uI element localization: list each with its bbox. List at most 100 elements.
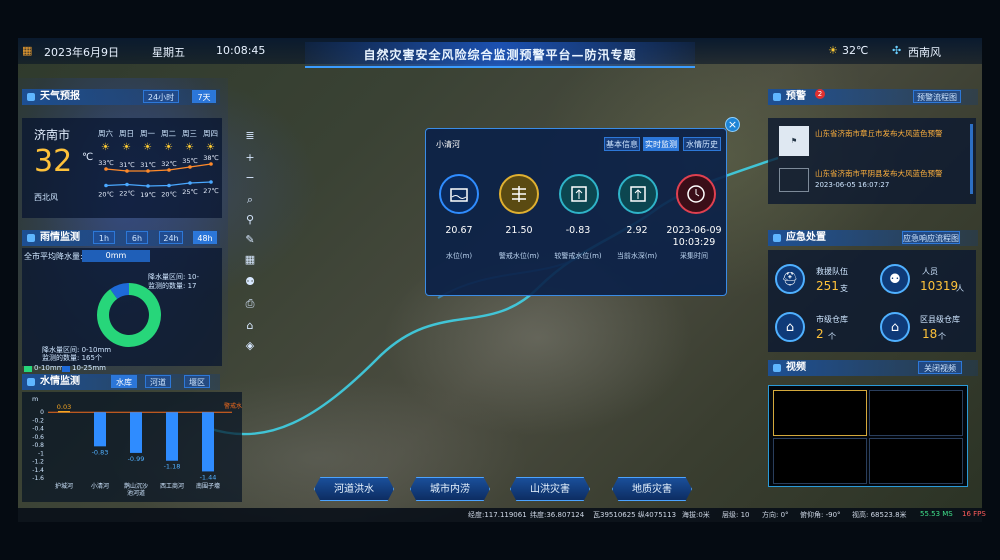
low-temp-point xyxy=(125,182,129,187)
share-icon[interactable]: ⚲ xyxy=(242,212,258,228)
draw-icon[interactable]: ✎ xyxy=(242,232,258,248)
water-category-label: 小清河 xyxy=(91,482,109,490)
water-y-tick: -0.4 xyxy=(32,426,44,433)
layers-icon[interactable]: ≣ xyxy=(242,128,258,144)
status-fps: 16 FPS xyxy=(962,510,986,518)
high-temp-point xyxy=(188,165,192,169)
urban-waterlogging-button[interactable]: 城市内涝 xyxy=(410,477,490,501)
emergency-unit-county-warehouse: 个 xyxy=(938,332,946,341)
high-temp-point xyxy=(125,169,129,173)
compare-level-icon xyxy=(559,174,599,214)
water-bar-label: 0.03 xyxy=(57,403,71,411)
water-bar[interactable] xyxy=(130,412,142,453)
user-icon[interactable]: ⚉ xyxy=(242,274,258,290)
water-tab-river[interactable]: 河道 xyxy=(145,375,171,388)
popup-value-diff: -0.83 xyxy=(565,225,591,236)
rain-key-1: 0-10mm xyxy=(34,364,64,372)
rain-donut-label-2: 监测的数量: 17 xyxy=(148,282,197,290)
popup-tab-history[interactable]: 水情历史 xyxy=(683,137,721,151)
water-tab-weir[interactable]: 堰区 xyxy=(184,375,210,388)
water-bar-label: -0.99 xyxy=(128,455,145,463)
weather-temperature-chart: 33℃ 31℃ 31℃ 32℃ 35℃ 38℃ 20℃ 22℃ 19℃ 20℃ 25℃ 27℃ xyxy=(98,154,219,199)
rain-donut-slice xyxy=(110,283,130,300)
video-grid xyxy=(768,385,968,487)
rain-tab-24h[interactable]: 24h xyxy=(159,231,183,244)
water-y-tick: -1.4 xyxy=(32,467,44,474)
video-cell[interactable] xyxy=(773,438,867,484)
emergency-value-city-warehouse: 2 xyxy=(816,327,824,341)
weather-tab-7d[interactable]: 7天 xyxy=(192,90,216,103)
water-panel: m0-0.2 -0.4-0.6-0.8-1 -1.2-1.4-1.6 警戒水位 0.03… xyxy=(22,392,248,502)
emergency-label-county-warehouse: 区县级仓库 xyxy=(920,315,960,324)
warning-item[interactable]: ⚑ 山东省济南市章丘市发布大风蓝色预警 xyxy=(773,124,969,162)
low-temp-point xyxy=(188,181,192,185)
water-depth-icon xyxy=(618,174,658,214)
warning-flow-button[interactable]: 预警流程图 xyxy=(913,90,961,103)
status-latitude: 纬度:36.807124 xyxy=(530,511,585,519)
zoom-in-icon[interactable]: + xyxy=(242,150,258,166)
water-bar[interactable] xyxy=(202,412,214,472)
river-flood-button[interactable]: 河道洪水 xyxy=(314,477,394,501)
high-temp-label: 32℃ xyxy=(161,160,177,168)
video-cell[interactable] xyxy=(869,390,963,436)
popup-close-button[interactable]: × xyxy=(725,117,740,132)
rain-key-2: 10-25mm xyxy=(72,364,106,372)
header-temperature: 32℃ xyxy=(842,44,869,57)
water-bar[interactable] xyxy=(166,412,178,461)
high-temp-point xyxy=(167,168,171,172)
close-video-button[interactable]: 关闭视频 xyxy=(918,361,962,374)
rain-legend-2: 监测的数量: 165个 xyxy=(42,354,102,362)
water-bar-label: -0.83 xyxy=(92,448,109,456)
weather-tab-24h[interactable]: 24小时 xyxy=(143,90,179,103)
search-icon[interactable]: ⌕ xyxy=(242,192,258,208)
water-category-label: 鹊山沉沙 xyxy=(124,482,148,490)
popup-value-water-level: 20.67 xyxy=(445,225,473,236)
warning-scrollbar[interactable] xyxy=(970,124,973,194)
export-icon[interactable]: ⎙ xyxy=(242,296,258,312)
warning-level-legend: 警戒水位 xyxy=(224,402,242,410)
high-temp-label: 38℃ xyxy=(203,154,219,162)
weather-panel: 济南市 32 ℃ 西北风 周六 ☀ 周日 ☀ 周一 ☀ 周二 ☀ 周三 ☀ 周四 ☀ 33℃ 31℃ 31… xyxy=(22,118,222,218)
high-temp-point xyxy=(209,162,213,166)
county-warehouse-icon: ⌂ xyxy=(880,312,910,342)
zoom-out-icon[interactable]: − xyxy=(242,170,258,186)
emergency-value-team: 251 xyxy=(816,279,839,293)
high-temp-label: 31℃ xyxy=(119,161,135,169)
water-bar[interactable] xyxy=(94,412,106,447)
measure-icon[interactable]: ▦ xyxy=(242,252,258,268)
popup-label-water-level: 水位(m) xyxy=(445,252,473,260)
video-cell[interactable] xyxy=(773,390,867,436)
mountain-flood-button[interactable]: 山洪灾害 xyxy=(510,477,590,501)
warning-thumbnail xyxy=(779,168,809,192)
rain-tab-6h[interactable]: 6h xyxy=(126,231,148,244)
popup-value-depth: 2.92 xyxy=(626,225,648,236)
warning-level-icon xyxy=(499,174,539,214)
video-cell[interactable] xyxy=(869,438,963,484)
popup-tab-basic[interactable]: 基本信息 xyxy=(604,137,640,151)
emergency-unit-team: 支 xyxy=(840,284,848,293)
rain-tab-1h[interactable]: 1h xyxy=(93,231,115,244)
emergency-label-personnel: 人员 xyxy=(922,267,938,276)
water-bar[interactable] xyxy=(58,410,70,413)
warning-text: 山东省济南市章丘市发布大风蓝色预警 xyxy=(815,129,943,138)
warning-item[interactable]: 山东省济南市平阴县发布大风蓝色预警 2023-06-05 16:07:27 xyxy=(773,164,969,202)
rain-donut-slice xyxy=(97,283,161,347)
high-temp-point xyxy=(104,167,108,171)
home-icon[interactable]: ⌂ xyxy=(242,318,258,334)
compass-icon[interactable]: ◈ xyxy=(242,338,258,354)
water-bar-label: -1.18 xyxy=(164,463,181,471)
rain-tab-48h[interactable]: 48h xyxy=(193,231,217,244)
low-temp-point xyxy=(146,184,150,188)
water-level-chart: m0-0.2 -0.4-0.6-0.8-1 -1.2-1.4-1.6 警戒水位 0.03… xyxy=(32,395,248,497)
water-category-label: 西工商河 xyxy=(160,482,184,490)
emergency-flow-button[interactable]: 应急响应流程图 xyxy=(902,231,960,244)
low-temp-point xyxy=(104,183,108,188)
header-weekday: 星期五 xyxy=(152,46,185,59)
water-tab-reservoir[interactable]: 水库 xyxy=(111,375,137,388)
status-longitude: 经度:117.119061 xyxy=(468,511,527,519)
geological-disaster-button[interactable]: 地质灾害 xyxy=(612,477,692,501)
station-popup: 小清河 基本信息 实时监测 水情历史 20.67 21.50 -0.83 2.9… xyxy=(425,128,727,296)
popup-tab-realtime[interactable]: 实时监测 xyxy=(643,137,679,151)
water-unit-label: m xyxy=(32,395,38,403)
popup-station-name: 小清河 xyxy=(436,140,460,149)
